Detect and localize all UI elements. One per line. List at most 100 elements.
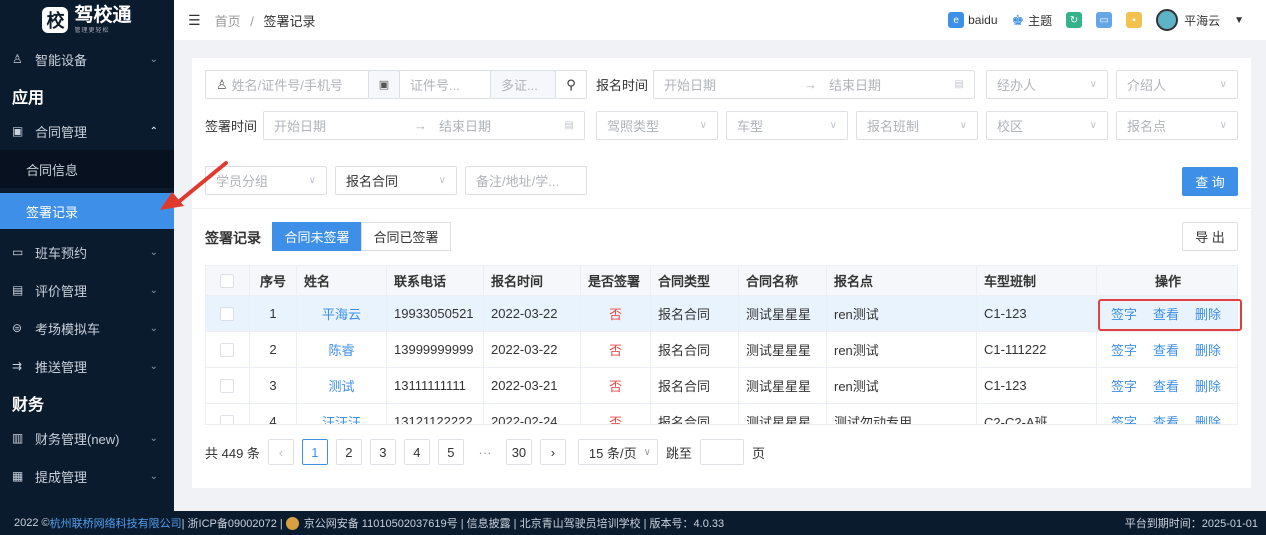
sidebar-item-bus[interactable]: ▭ 班车预约 ⌄ (0, 233, 174, 271)
footer-company-link[interactable]: 杭州联桥网络科技有限公司 (50, 515, 182, 531)
next-page-button[interactable]: › (539, 439, 566, 465)
campus-select[interactable]: 校区 ∨ (986, 111, 1108, 140)
sidebar-item-sim-car[interactable]: ⊜ 考场模拟车 ⌄ (0, 309, 174, 347)
footer-info[interactable]: 京公网安备 11010502037619号 | 信息披露 | 北京青山驾驶员培训… (304, 515, 724, 531)
row-checkbox[interactable] (220, 378, 234, 393)
name-search-input[interactable]: ♙ 姓名/证件号/手机号 (205, 70, 369, 99)
page-button[interactable]: 1 (301, 439, 328, 465)
multi-id-input[interactable]: 多证... (490, 70, 556, 99)
sidebar-subitem-contract-info[interactable]: 合同信息 (0, 150, 174, 188)
handler-select[interactable]: 经办人 ∨ (986, 70, 1108, 99)
cell-name[interactable]: 陈睿 (297, 332, 387, 367)
chevron-down-icon: ∨ (1219, 79, 1227, 90)
sign-link[interactable]: 签字 (1111, 376, 1137, 395)
sidebar-item-finance[interactable]: ▥ 财务管理(new) ⌄ (0, 419, 174, 457)
table-row[interactable]: 4 汪汪汪 13121122222 2022-02-24 否报名合同 测试星星星 测试勿动专… (206, 404, 1237, 424)
sidebar-item-push[interactable]: ⇉ 推送管理 ⌄ (0, 347, 174, 385)
remark-input[interactable]: 备注/地址/学... (465, 166, 587, 195)
view-link[interactable]: 查看 (1153, 412, 1179, 424)
sidebar-item-smart-device[interactable]: ♙ 智能设备 ⌄ (0, 40, 174, 78)
header-cell: 合同名称 (739, 266, 827, 295)
screen-icon[interactable]: ▭ (1096, 12, 1113, 28)
refresh-icon[interactable]: ↻ (1066, 12, 1083, 28)
page-size-select[interactable]: 15 条/页 ∨ (577, 439, 658, 465)
signup-point-placeholder: 报名点 (1127, 119, 1167, 134)
cell-signed: 否 (581, 332, 651, 367)
sign-date-range[interactable]: 开始日期 → 结束日期 ▤ (263, 111, 585, 140)
baidu-link[interactable]: e baidu (948, 12, 998, 28)
sidebar-subitem-sign-records[interactable]: 签署记录 (0, 193, 174, 229)
export-button[interactable]: 导 出 (1182, 222, 1238, 251)
sign-link[interactable]: 签字 (1111, 412, 1137, 424)
breadcrumb-home[interactable]: 首页 (215, 14, 241, 29)
contract-type-select[interactable]: 报名合同 ∨ (335, 166, 457, 195)
tab-signed[interactable]: 合同已签署 (361, 222, 451, 251)
page-button[interactable]: 4 (403, 439, 430, 465)
header-select[interactable] (206, 266, 250, 295)
caret-down-icon: ▼ (1234, 14, 1244, 26)
tab-unsigned[interactable]: 合同未签署 (272, 222, 362, 251)
avatar (1156, 9, 1179, 31)
user-menu[interactable]: 平海云 ▼ (1156, 9, 1244, 31)
cell-actions: 签字 查看 删除 (1097, 332, 1237, 367)
jump-input[interactable] (699, 439, 744, 465)
sidebar-item-label: 提成管理 (35, 469, 88, 485)
select-all-checkbox[interactable] (220, 273, 234, 288)
row-select[interactable] (206, 332, 250, 367)
chevron-down-icon: ∨ (959, 120, 967, 131)
cell-time: 2022-03-21 (484, 368, 581, 403)
row-checkbox[interactable] (220, 342, 234, 357)
table-row[interactable]: 2 陈睿 13999999999 2022-03-22 否报名合同 测试星星星 ren测试 C… (206, 332, 1237, 368)
app-logo[interactable]: 校 驾校通 管理更轻松 (0, 0, 174, 40)
menu-fold-icon[interactable]: ☰ (188, 12, 201, 29)
cell-ctype: 报名合同 (651, 404, 739, 424)
signup-date-range[interactable]: 开始日期 → 结束日期 ▤ (653, 70, 975, 99)
sidebar-section-app: 应用 (12, 90, 45, 107)
delete-link[interactable]: 删除 (1195, 412, 1221, 424)
chevron-down-icon: ∨ (643, 446, 651, 458)
header-cell: 操作 (1154, 274, 1181, 289)
sidebar-item-commission[interactable]: ▦ 提成管理 ⌄ (0, 457, 174, 495)
device-icon: ♙ (12, 52, 23, 66)
row-select[interactable] (206, 296, 250, 331)
id-card-icon[interactable]: ▣ (368, 70, 400, 99)
cell-signed: 否 (581, 404, 651, 424)
page-button[interactable]: 2 (335, 439, 362, 465)
calendar-icon: ▤ (564, 120, 574, 131)
signup-point-select[interactable]: 报名点 ∨ (1116, 111, 1238, 140)
cell-name[interactable]: 平海云 (297, 296, 387, 331)
theme-button[interactable]: ♚ 主题 (1012, 12, 1053, 29)
page-button[interactable]: 3 (369, 439, 396, 465)
row-checkbox[interactable] (220, 306, 234, 321)
view-link[interactable]: 查看 (1153, 376, 1179, 395)
cell-signed: 否 (581, 368, 651, 403)
note-icon[interactable]: ▪ (1126, 12, 1143, 28)
sidebar-item-comment[interactable]: ▤ 评价管理 ⌄ (0, 271, 174, 309)
table-row[interactable]: 1 平海云 19933050521 2022-03-22 否报名合同 测试星星星 ren测试… (206, 296, 1237, 332)
id-number-input[interactable]: 证件号... (399, 70, 491, 99)
car-type-select[interactable]: 车型 ∨ (726, 111, 848, 140)
query-button[interactable]: 查 询 (1182, 167, 1238, 196)
sign-link[interactable]: 签字 (1111, 340, 1137, 359)
license-type-select[interactable]: 驾照类型 ∨ (596, 111, 718, 140)
page-button[interactable]: 30 (505, 439, 532, 465)
row-checkbox[interactable] (220, 414, 234, 424)
page-ellipsis[interactable]: ··· (472, 445, 498, 460)
cell-name[interactable]: 测试 (297, 368, 387, 403)
sidebar-item-contract[interactable]: ▣ 合同管理 ⌃ (0, 112, 174, 150)
delete-link[interactable]: 删除 (1195, 340, 1221, 359)
cell-name[interactable]: 汪汪汪 (297, 404, 387, 424)
introducer-select[interactable]: 介绍人 ∨ (1116, 70, 1238, 99)
table-row[interactable]: 3 测试 13111111111 2022-03-21 否报名合同 测试星星星 ren测试 C… (206, 368, 1237, 404)
page-button[interactable]: 5 (437, 439, 464, 465)
header-cell: 是否签署 (581, 266, 651, 295)
prev-page-button[interactable]: ‹ (267, 439, 294, 465)
row-select[interactable] (206, 404, 250, 424)
search-icon[interactable]: ⚲ (555, 70, 587, 99)
view-link[interactable]: 查看 (1153, 340, 1179, 359)
row-select[interactable] (206, 368, 250, 403)
delete-link[interactable]: 删除 (1195, 376, 1221, 395)
footer-icp[interactable]: | 浙ICP备09002072 | (182, 515, 283, 531)
class-select[interactable]: 报名班制 ∨ (856, 111, 978, 140)
student-group-select[interactable]: 学员分组 ∨ (205, 166, 327, 195)
